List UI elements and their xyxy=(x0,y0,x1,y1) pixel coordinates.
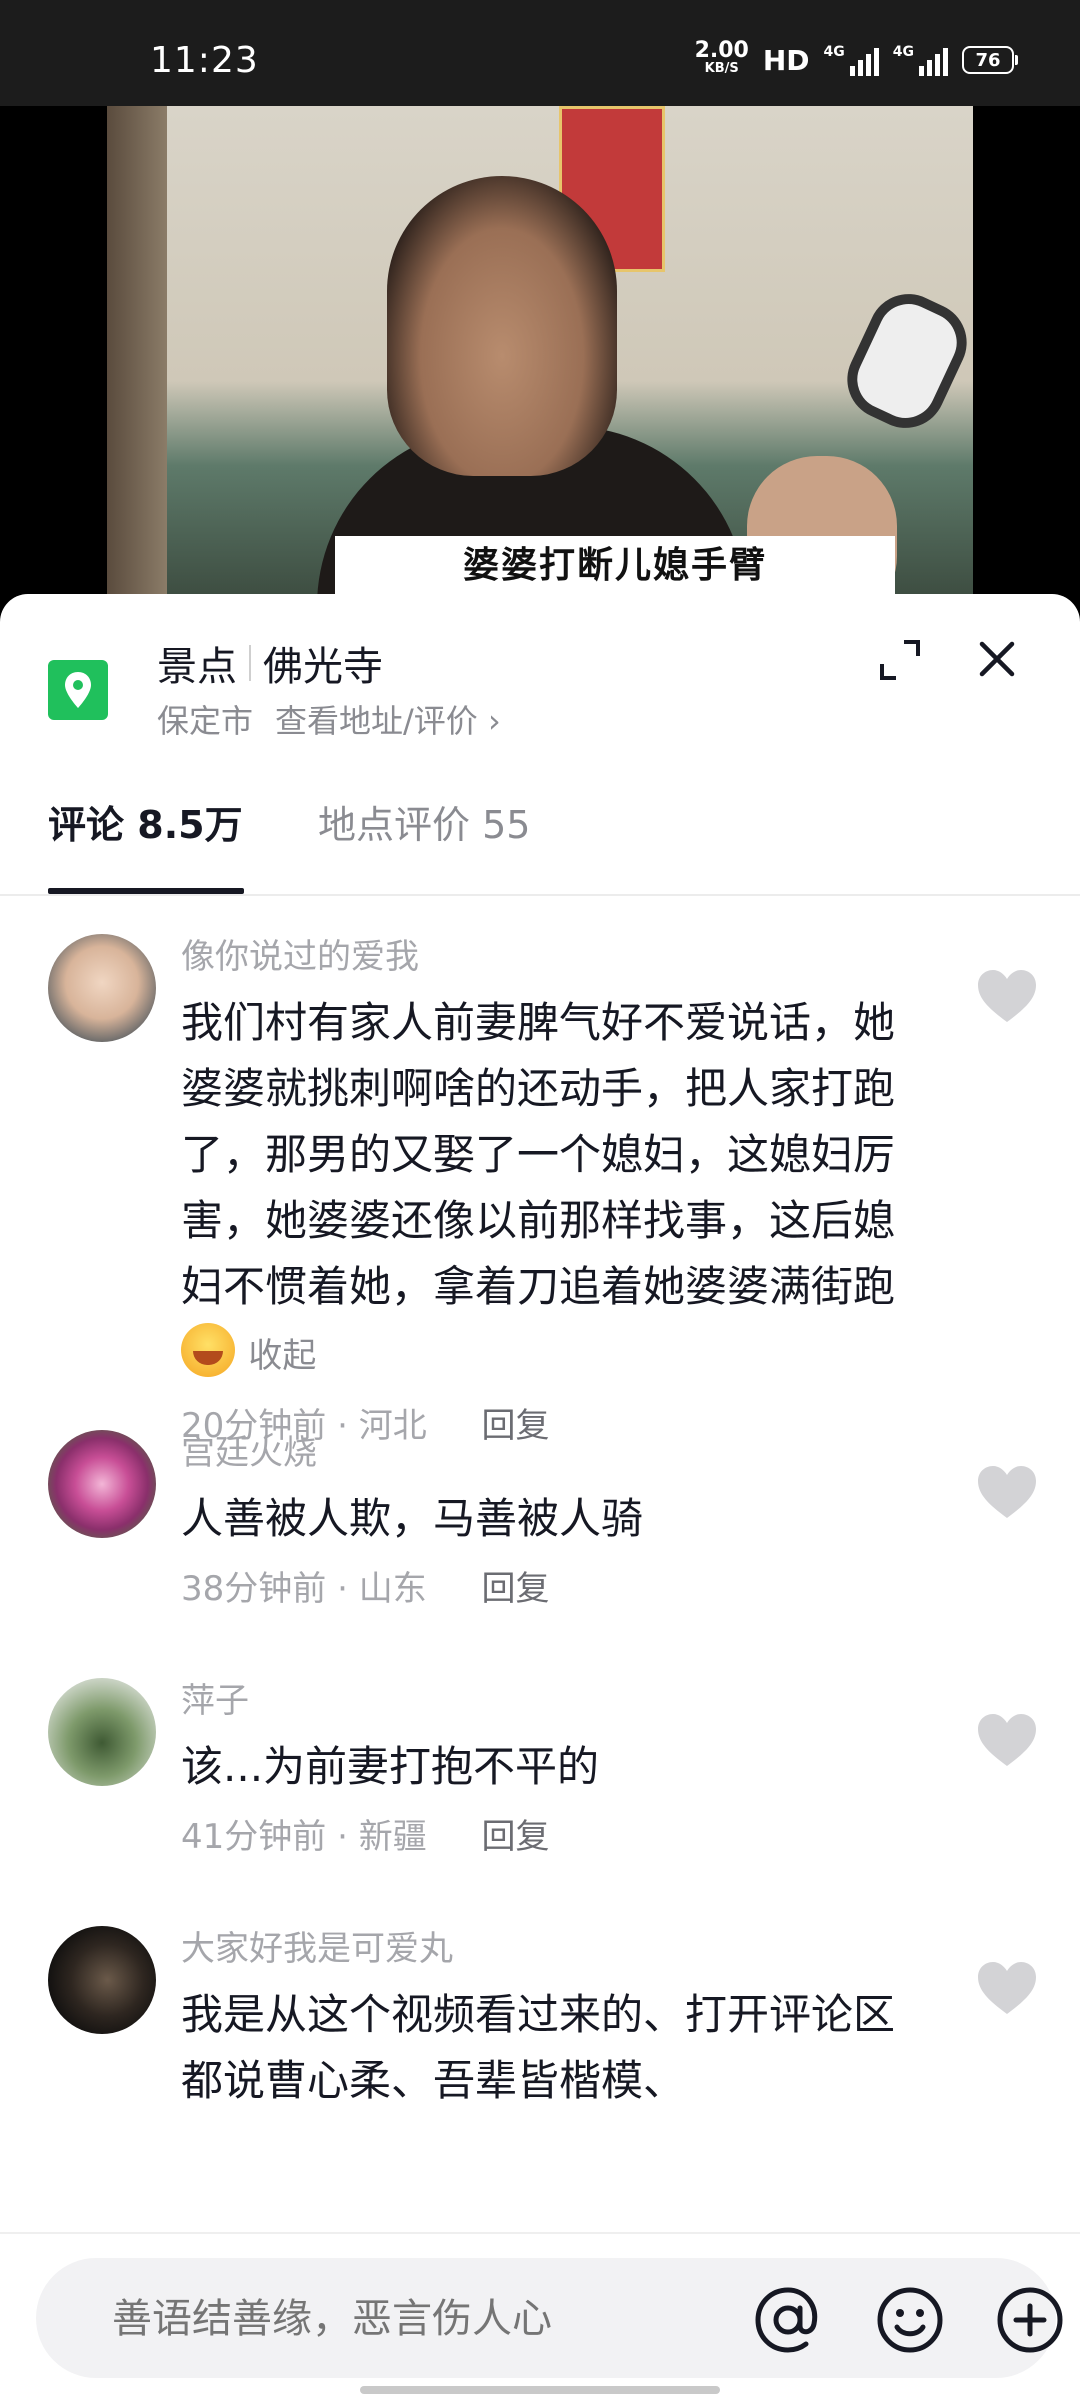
tab-location-reviews[interactable]: 地点评价 55 xyxy=(318,794,530,849)
video-caption: 婆婆打断儿媳手臂 xyxy=(335,536,895,596)
comment-input-pill[interactable] xyxy=(36,2258,1063,2378)
expand-icon[interactable] xyxy=(876,636,924,684)
avatar[interactable] xyxy=(48,1926,156,2034)
comment-input[interactable] xyxy=(110,2286,714,2352)
collapse-link[interactable]: 收起 xyxy=(248,1336,316,1376)
reply-button[interactable]: 回复 xyxy=(482,1569,550,1609)
reply-button[interactable]: 回复 xyxy=(482,1817,550,1857)
comment-meta: 41分钟前 · 新疆 回复 xyxy=(181,1817,550,1857)
like-heart-icon[interactable] xyxy=(976,1712,1038,1768)
comment-meta: 38分钟前 · 山东 回复 xyxy=(181,1569,550,1609)
title-divider xyxy=(249,645,251,681)
status-time: 11:23 xyxy=(150,40,259,81)
status-icons: 2.00 KB/S HD 4G 4G 76 xyxy=(694,38,1018,80)
comment-item: 宫廷火烧 人善被人欺，马善被人骑 38分钟前 · 山东 回复 xyxy=(0,1430,1080,1678)
person xyxy=(387,176,617,476)
laughing-emoji-icon xyxy=(181,1323,235,1377)
status-bar: 11:23 2.00 KB/S HD 4G 4G 76 xyxy=(0,0,1080,106)
avatar[interactable] xyxy=(48,1678,156,1786)
comment-time: 41分钟前 xyxy=(181,1817,327,1857)
comment-username[interactable]: 像你说过的爱我 xyxy=(181,934,921,980)
avatar[interactable] xyxy=(48,934,156,1042)
hd-indicator: HD xyxy=(762,43,810,77)
home-indicator[interactable] xyxy=(360,2386,720,2394)
location-name: 佛光寺 xyxy=(263,644,383,690)
comment-text: 我是从这个视频看过来的、打开评论区都说曹心柔、吾辈皆楷模、 xyxy=(181,1990,896,2105)
location-header[interactable]: 景点 佛光寺 保定市 查看地址/评价 › xyxy=(0,594,1080,744)
location-subtitle[interactable]: 保定市 查看地址/评价 › xyxy=(157,696,501,742)
tab-comments[interactable]: 评论 8.5万 xyxy=(48,794,243,849)
location-category: 景点 xyxy=(157,644,237,690)
emoji-face-icon[interactable] xyxy=(876,2286,944,2354)
comment-text: 我们村有家人前妻脾气好不爱说话，她婆婆就挑刺啊啥的还动手，把人家打跑了，那男的又… xyxy=(181,998,896,1377)
signal-icon: 4G xyxy=(893,44,948,76)
comment-input-bar xyxy=(0,2232,1080,2402)
scooter-mirror xyxy=(834,280,973,442)
location-pin-icon xyxy=(48,660,108,720)
comment-item: 萍子 该...为前妻打抱不平的 41分钟前 · 新疆 回复 xyxy=(0,1678,1080,1926)
comment-text: 该...为前妻打抱不平的 xyxy=(181,1742,600,1791)
add-plus-icon[interactable] xyxy=(996,2286,1064,2354)
video-frame[interactable]: 婆婆打断儿媳手臂 xyxy=(107,106,973,606)
video-player[interactable]: 婆婆打断儿媳手臂 xyxy=(0,106,1080,606)
comment-username[interactable]: 大家好我是可爱丸 xyxy=(181,1926,921,1972)
close-icon[interactable] xyxy=(972,634,1022,684)
comment-time: 38分钟前 xyxy=(181,1569,327,1609)
avatar[interactable] xyxy=(48,1430,156,1538)
comment-item: 大家好我是可爱丸 我是从这个视频看过来的、打开评论区都说曹心柔、吾辈皆楷模、 xyxy=(0,1926,1080,2146)
location-city: 保定市 xyxy=(157,702,254,740)
tab-bar: 评论 8.5万 地点评价 55 xyxy=(0,784,1080,896)
comment-username[interactable]: 宫廷火烧 xyxy=(181,1430,921,1476)
battery-icon: 76 xyxy=(962,46,1018,74)
comment-sheet: 景点 佛光寺 保定市 查看地址/评价 › 评论 8.5万 地点评价 55 像你说… xyxy=(0,594,1080,2400)
like-heart-icon[interactable] xyxy=(976,968,1038,1024)
comment-username[interactable]: 萍子 xyxy=(181,1678,921,1724)
active-tab-indicator xyxy=(48,888,244,894)
network-speed: 2.00 KB/S xyxy=(694,38,749,77)
chevron-right-icon: › xyxy=(487,702,501,740)
comment-text: 人善被人欺，马善被人骑 xyxy=(181,1494,644,1543)
location-title[interactable]: 景点 佛光寺 xyxy=(157,634,383,692)
comment-item: 像你说过的爱我 我们村有家人前妻脾气好不爱说话，她婆婆就挑刺啊啥的还动手，把人家… xyxy=(0,934,1080,1446)
view-address-link[interactable]: 查看地址/评价 › xyxy=(275,696,501,742)
comment-list: 像你说过的爱我 我们村有家人前妻脾气好不爱说话，她婆婆就挑刺啊啥的还动手，把人家… xyxy=(0,934,1080,2146)
like-heart-icon[interactable] xyxy=(976,1464,1038,1520)
mention-at-icon[interactable] xyxy=(752,2284,824,2356)
comment-region: 新疆 xyxy=(358,1817,427,1857)
like-heart-icon[interactable] xyxy=(976,1960,1038,2016)
comment-region: 山东 xyxy=(358,1569,427,1609)
signal-icon: 4G xyxy=(824,44,879,76)
